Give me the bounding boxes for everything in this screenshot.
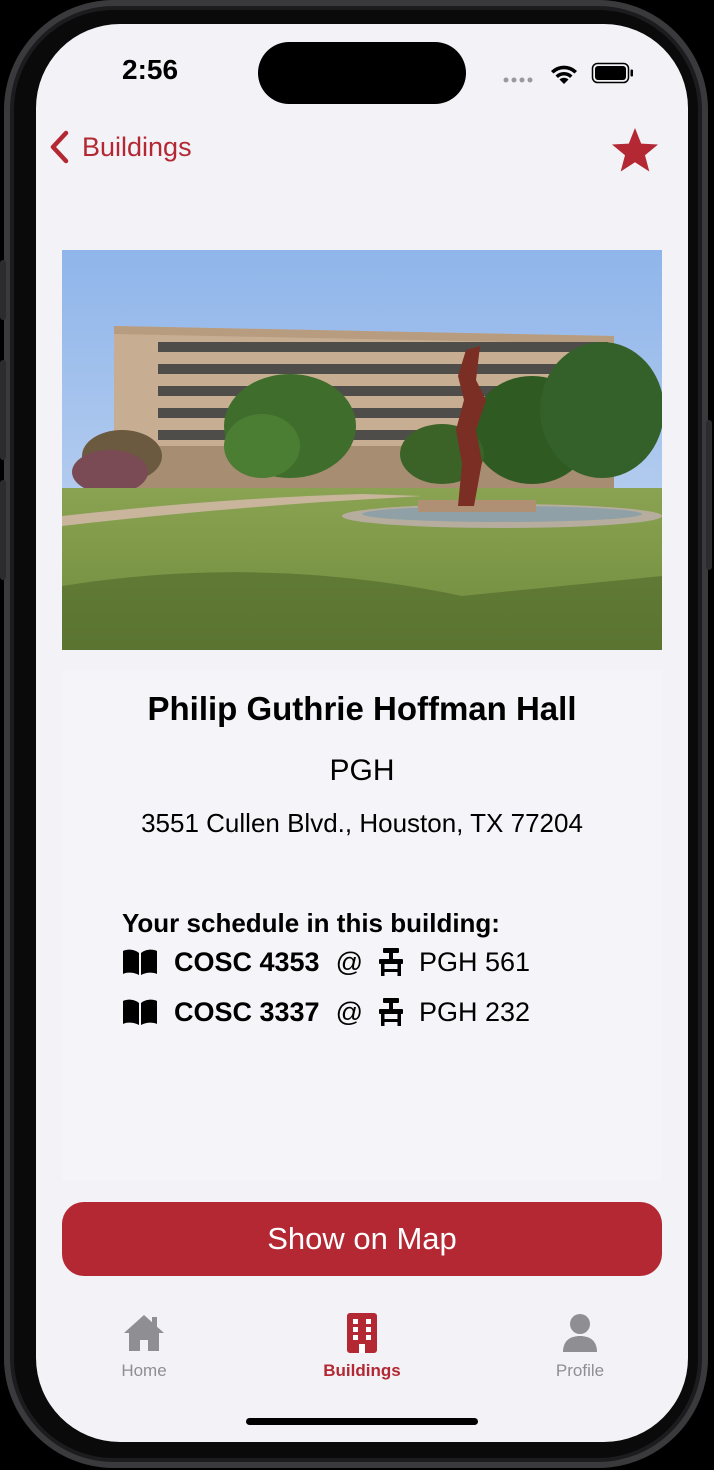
volume-up-button [0,360,6,460]
action-button [0,260,6,320]
at-sign: @ [335,996,363,1027]
status-time: 2:56 [122,54,179,85]
status-icons [503,62,633,84]
house-icon [124,1315,164,1351]
tab-buildings[interactable]: Buildings [292,1312,432,1381]
schedule-item: COSC 4353 @ PGH 561 [122,946,530,978]
device-frame: 2:56 Buildings Philip Guthrie Hoffman Ha… [0,0,712,1468]
schedule-heading: Your schedule in this building: [122,908,500,938]
wifi-icon [551,65,577,84]
star-icon[interactable] [610,126,660,174]
desk-icon [379,998,403,1026]
building-icon [347,1313,377,1353]
course-code: COSC 4353 [174,946,320,977]
side-button [706,420,712,570]
tab-profile-label: Profile [555,1361,605,1380]
tab-home[interactable]: Home [74,1312,214,1381]
course-code: COSC 3337 [174,996,320,1027]
desk-icon [379,948,403,976]
home-indicator[interactable] [246,1418,478,1425]
battery-icon [591,62,633,84]
tab-buildings-label: Buildings [323,1361,401,1380]
building-address: 3551 Cullen Blvd., Houston, TX 77204 [141,808,583,838]
volume-down-button [0,480,6,580]
room-number: PGH 561 [419,946,531,977]
dynamic-island [258,42,466,104]
chevron-left-icon [50,130,69,164]
back-button[interactable]: Buildings [48,130,192,164]
room-number: PGH 232 [419,996,531,1027]
cellular-signal-icon [503,77,533,83]
building-info-card: Philip Guthrie Hoffman Hall PGH 3551 Cul… [62,670,662,1180]
schedule-item: COSC 3337 @ PGH 232 [122,996,530,1028]
book-icon [123,949,157,975]
book-icon [123,999,157,1025]
building-photo [62,250,662,650]
at-sign: @ [335,946,363,977]
back-label: Buildings [82,131,192,162]
tab-profile[interactable]: Profile [510,1312,650,1381]
show-on-map-button[interactable]: Show on Map [62,1202,662,1276]
person-icon [563,1314,597,1352]
building-name: Philip Guthrie Hoffman Hall [147,690,577,727]
building-code: PGH [329,754,395,787]
tab-home-label: Home [121,1361,167,1380]
screen: 2:56 Buildings Philip Guthrie Hoffman Ha… [36,24,688,1442]
